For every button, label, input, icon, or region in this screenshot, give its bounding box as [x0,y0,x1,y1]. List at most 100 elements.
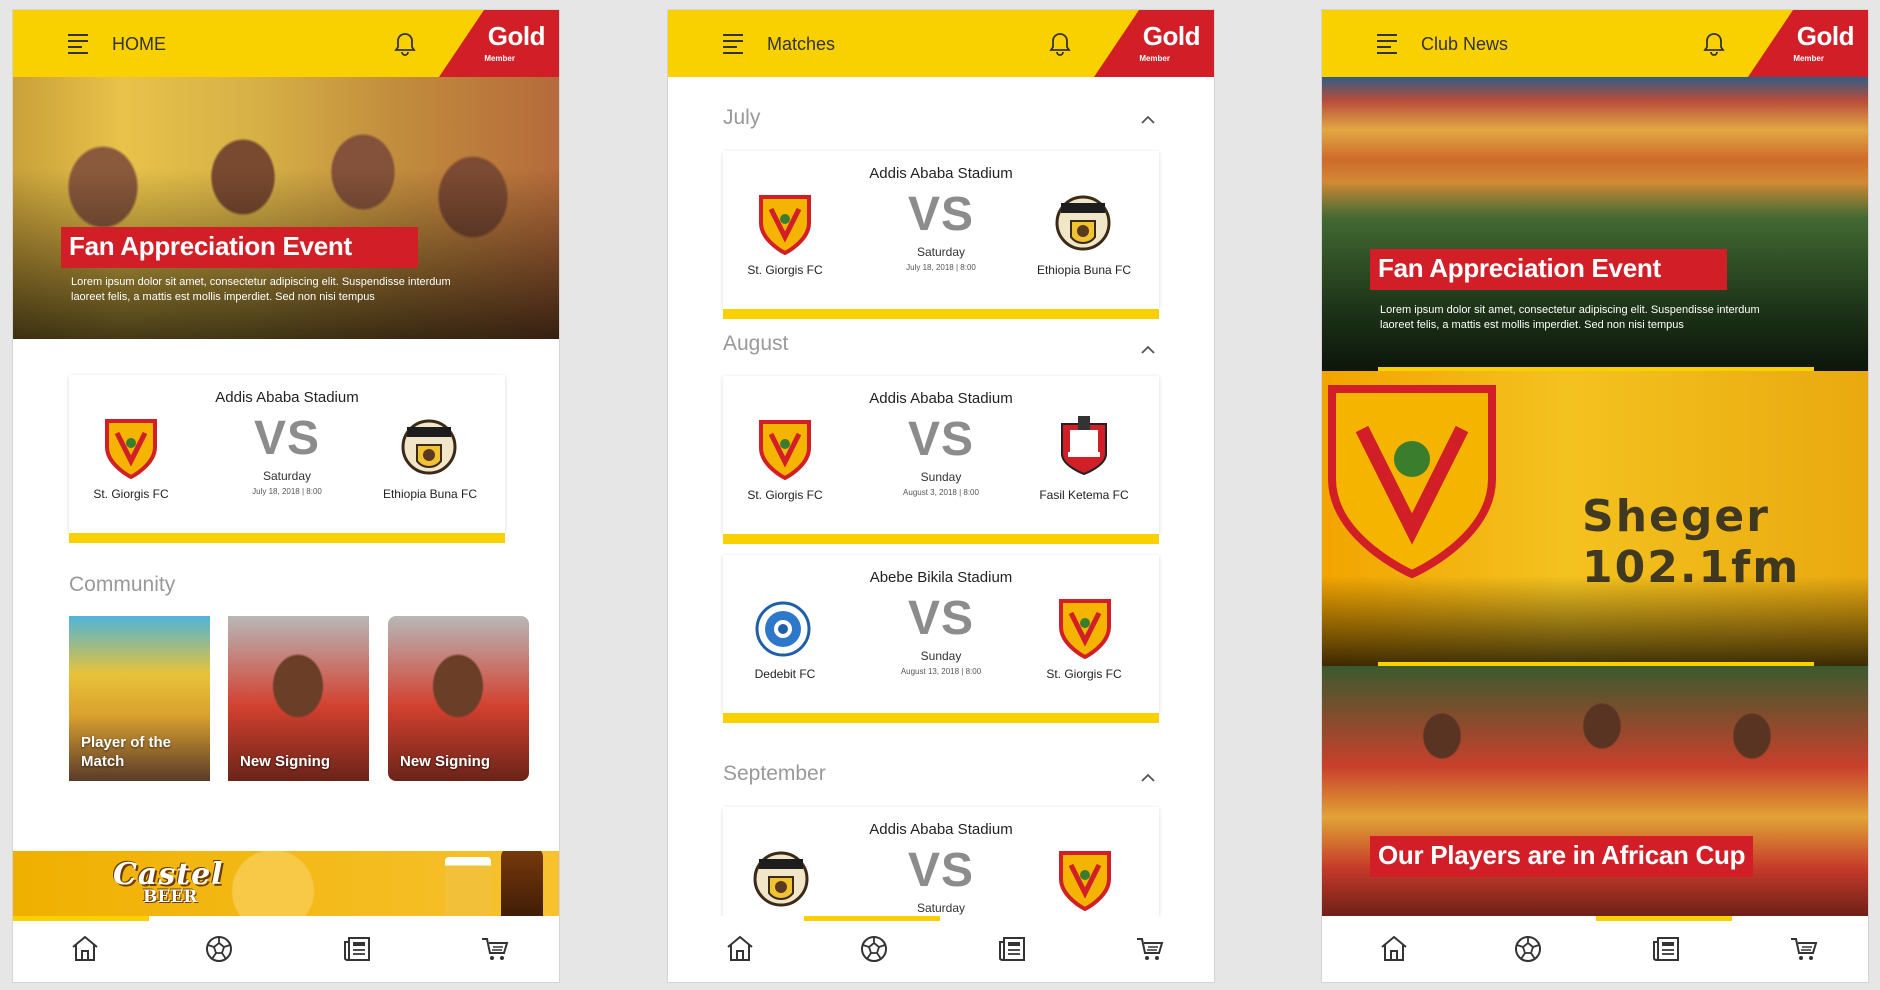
month-header-august[interactable]: August [723,332,788,356]
match-datetime: July 18, 2018 | 8:00 [906,263,976,272]
matches-screen: Matches Gold Member July Addis Ababa Sta… [667,9,1215,983]
beer-glass-icon [445,857,491,919]
soccer-ball-icon[interactable] [1512,934,1544,964]
stadium-name: Addis Ababa Stadium [869,165,1013,182]
page-title: HOME [112,34,166,54]
nav-active-indicator [804,916,940,921]
home-icon[interactable] [1378,934,1410,964]
menu-icon[interactable] [68,34,90,56]
app-header: Club News Gold Member [1322,10,1868,77]
match-card-bar [723,309,1159,319]
match-card[interactable]: Addis Ababa Stadium St. Giorgis FC VS Sa… [69,375,505,533]
page-title: Club News [1421,34,1509,54]
tile-label: New Signing [400,753,490,770]
stadium-name: Addis Ababa Stadium [869,821,1013,838]
chevron-up-icon[interactable] [1140,772,1156,784]
away-team: Ethiopia Buna FC [382,487,478,501]
menu-icon[interactable] [723,34,745,56]
vs-label: VS [907,844,975,897]
home-team: St. Giorgis FC [93,487,169,501]
st-giorgis-crest-icon [757,193,813,255]
stadium-name: Addis Ababa Stadium [869,390,1013,407]
home-team: Dedebit FC [754,667,816,681]
beer-bottle-icon [501,851,543,919]
ethiopia-buna-crest-icon [753,851,809,907]
home-screen: HOME Gold Member Fan Appreciation Event … [12,9,560,983]
bell-icon[interactable] [393,31,417,57]
match-card[interactable]: Abebe Bikila Stadium Dedebit FC VS Sunda… [723,555,1159,713]
community-tile[interactable]: Player of the Match [69,616,210,781]
match-datetime: August 3, 2018 | 8:00 [903,488,979,497]
month-header-september[interactable]: September [723,762,826,786]
match-card[interactable]: Addis Ababa Stadium St. Giorgis FC VS Su… [723,376,1159,534]
home-team: St. Giorgis FC [747,488,823,502]
news-card[interactable]: Sheger 102.1fm [1322,371,1868,666]
ethiopia-buna-crest-icon [1055,195,1111,251]
bell-icon[interactable] [1048,31,1072,57]
news-card[interactable]: Fan Appreciation Event Lorem ipsum dolor… [1322,77,1868,371]
st-giorgis-crest-icon [1057,597,1113,659]
match-day: Sunday [920,649,962,663]
dedebit-crest-icon [755,601,811,657]
st-giorgis-crest-icon [757,418,813,480]
news-icon[interactable] [997,934,1029,964]
vs-label: VS [907,188,975,241]
news-card[interactable]: Our Players are in African Cup [1322,666,1868,918]
match-day: Saturday [916,245,966,259]
bell-icon[interactable] [1702,31,1726,57]
news-icon[interactable] [1651,934,1683,964]
match-card-bar [723,534,1159,544]
tile-label: Player of the Match [81,734,172,770]
away-team: St. Giorgis FC [1046,667,1122,681]
soccer-ball-icon[interactable] [858,934,890,964]
membership-tier: Gold [1796,21,1855,51]
st-giorgis-crest-icon [1057,849,1113,911]
match-card[interactable]: Addis Ababa Stadium St. Giorgis FC VS Sa… [723,151,1159,309]
cart-icon[interactable] [1788,934,1820,964]
chevron-up-icon[interactable] [1140,344,1156,356]
news-title: Fan Appreciation Event [1370,249,1727,290]
st-giorgis-crest-icon [103,417,159,479]
cart-icon[interactable] [479,934,511,964]
stadium-name: Addis Ababa Stadium [215,389,359,406]
cart-icon[interactable] [1134,934,1166,964]
ad-product: BEER [143,887,198,907]
match-datetime: July 18, 2018 | 8:00 [252,487,322,496]
stadium-name: Abebe Bikila Stadium [869,569,1013,586]
hero-description: Lorem ipsum dolor sit amet, consectetur … [71,276,451,303]
match-card-bar [69,533,505,543]
bottom-nav [1322,916,1868,982]
match-day: Saturday [262,469,312,483]
vs-label: VS [253,412,321,465]
membership-tier: Gold [1142,21,1201,51]
community-tile[interactable]: New Signing [388,616,529,781]
news-title: Our Players are in African Cup [1370,836,1754,877]
soccer-ball-icon[interactable] [203,934,235,964]
match-datetime: August 13, 2018 | 8:00 [900,667,982,676]
match-day: Sunday [920,470,962,484]
fasil-ketema-crest-icon [1061,415,1107,475]
home-icon[interactable] [69,934,101,964]
menu-icon[interactable] [1377,34,1399,56]
st-george-club-crest-icon [1328,385,1496,579]
membership-sublabel: Member [1793,54,1824,63]
community-tile[interactable]: New Signing [228,616,369,781]
membership-sublabel: Member [1139,54,1170,63]
vs-label: VS [907,413,975,466]
membership-tier: Gold [487,21,546,51]
app-header: Matches Gold Member [668,10,1214,77]
home-icon[interactable] [724,934,756,964]
news-description: Lorem ipsum dolor sit amet, consectetur … [1380,304,1760,331]
chevron-up-icon[interactable] [1140,114,1156,126]
hero-banner[interactable]: Fan Appreciation Event Lorem ipsum dolor… [13,77,559,339]
month-header-july[interactable]: July [723,106,760,130]
club-news-screen: Club News Gold Member Fan Appreciation E… [1321,9,1869,983]
community-title: Community [69,573,176,596]
match-day: Saturday [916,901,966,915]
home-team: St. Giorgis FC [747,263,823,277]
castel-beer-ad[interactable]: Castel BEER [13,851,559,919]
news-icon[interactable] [342,934,374,964]
bottom-nav [13,916,559,982]
match-card-bar [723,713,1159,723]
tile-label: New Signing [240,753,330,770]
